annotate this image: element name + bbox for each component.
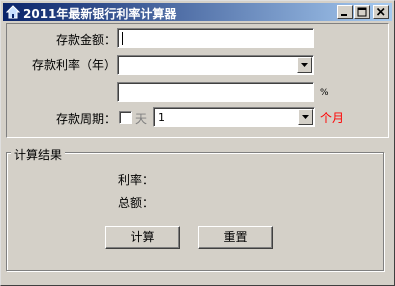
rate-extra-input[interactable]: [117, 82, 314, 102]
percent-sign: %: [320, 88, 329, 98]
chevron-down-icon[interactable]: [298, 109, 313, 125]
app-window: 2011年最新银行利率计算器 存款金额： 存款利率（年） % 存款周期： 天 1…: [0, 0, 395, 286]
result-group-title: 计算结果: [11, 146, 66, 163]
rate-select[interactable]: [117, 55, 314, 75]
reset-button[interactable]: 重置: [198, 226, 273, 249]
period-select[interactable]: 1: [153, 107, 315, 127]
rate-label: 存款利率（年）: [32, 58, 117, 72]
amount-input[interactable]: [117, 28, 314, 48]
day-label: 天: [135, 112, 148, 126]
minimize-button[interactable]: [337, 5, 353, 19]
result-total-label: 总额：: [118, 196, 155, 210]
window-title: 2011年最新银行利率计算器: [23, 7, 177, 21]
calculate-button[interactable]: 计算: [105, 226, 180, 249]
text-caret: [122, 32, 123, 45]
month-unit-label: 个月: [320, 111, 345, 125]
amount-label: 存款金额：: [56, 33, 117, 47]
house-icon: [5, 5, 21, 19]
period-label: 存款周期：: [56, 112, 117, 126]
close-button[interactable]: [373, 5, 389, 19]
day-checkbox[interactable]: [119, 111, 132, 124]
result-groupbox: [6, 152, 384, 271]
period-select-value: 1: [158, 111, 165, 124]
maximize-button[interactable]: [354, 5, 370, 19]
title-bar[interactable]: 2011年最新银行利率计算器: [3, 3, 392, 21]
chevron-down-icon[interactable]: [297, 57, 312, 73]
result-rate-label: 利率：: [118, 173, 155, 187]
